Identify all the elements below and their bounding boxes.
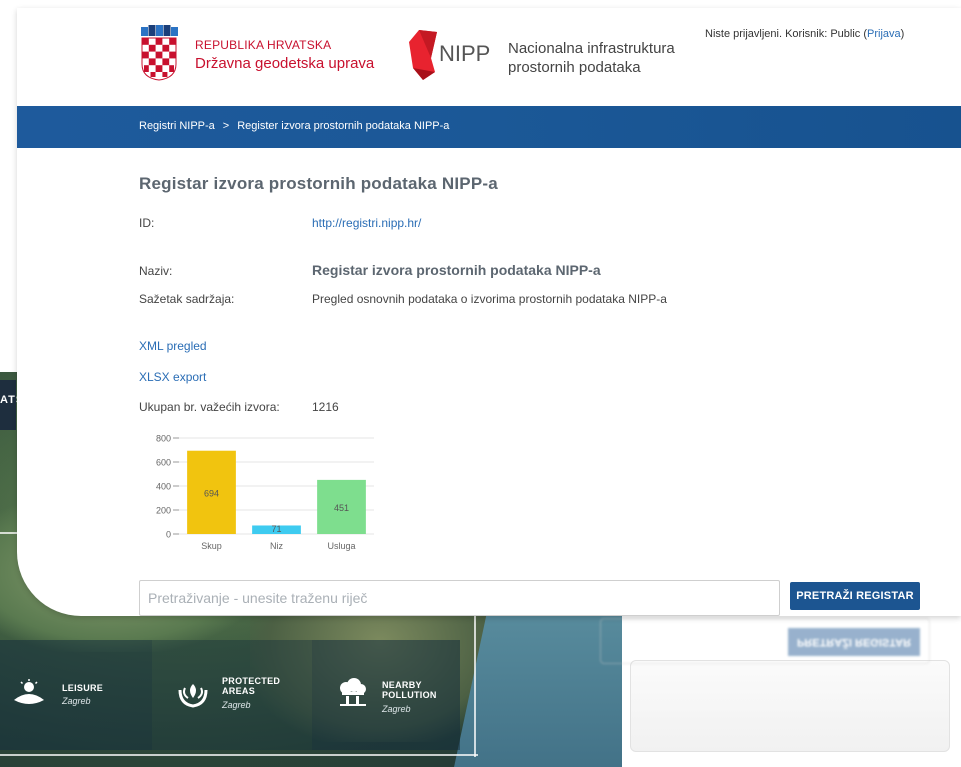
y-tick-label: 200: [156, 506, 171, 516]
frame-line: [0, 754, 478, 756]
tile-title: NEARBY POLLUTION: [382, 680, 437, 700]
tile-title: PROTECTED AREAS: [222, 676, 281, 696]
y-tick-label: 600: [156, 458, 171, 468]
mirrored-search-button: PRETRAŽI REGISTAR: [788, 628, 920, 656]
chart-yticks: 0 200 400 600 800: [156, 434, 179, 540]
tile-protected-areas[interactable]: PROTECTED AREAS Zagreb: [152, 640, 312, 750]
x-tick-label: Niz: [270, 541, 283, 551]
tile-subtitle: Zagreb: [382, 704, 411, 714]
background-band: ATS: [0, 380, 23, 430]
login-link[interactable]: Prijava: [867, 28, 901, 40]
org-name-top: REPUBLIKA HRVATSKA: [195, 38, 332, 52]
id-label: ID:: [139, 216, 155, 230]
nipp-line2: prostornih podataka: [508, 59, 641, 76]
breadcrumb-bar: Registri NIPP-a > Register izvora prostorn…: [17, 106, 961, 148]
header: REPUBLIKA HRVATSKA Državna geodetska upr…: [17, 8, 961, 106]
background-tiles: LEISURE Zagreb PROTECTED AREAS Zagreb NE…: [0, 640, 460, 750]
total-sources-label: Ukupan br. važećih izvora:: [139, 400, 280, 414]
main-card: REPUBLIKA HRVATSKA Državna geodetska upr…: [17, 8, 961, 616]
mirrored-search-reflection: PRETRAŽI REGISTAR: [600, 618, 950, 664]
breadcrumb-separator: >: [222, 120, 230, 132]
name-label: Naziv:: [139, 264, 173, 278]
leisure-icon: [14, 679, 44, 704]
tile-subtitle: Zagreb: [222, 700, 251, 710]
name-value: Registar izvora prostornih podataka NIPP…: [312, 262, 601, 278]
protected-areas-icon: [178, 684, 208, 708]
breadcrumb: Registri NIPP-a > Register izvora prostorn…: [139, 120, 449, 132]
login-close: ): [900, 28, 905, 40]
breadcrumb-registri-link[interactable]: Registri NIPP-a: [139, 120, 215, 132]
y-tick-label: 400: [156, 482, 171, 492]
croatian-coat-of-arms-icon: [141, 25, 178, 81]
nipp-logo: NIPP: [409, 30, 490, 80]
search-registry-button[interactable]: PRETRAŽI REGISTAR: [790, 582, 920, 610]
y-tick-label: 800: [156, 434, 171, 444]
breadcrumb-current[interactable]: Register izvora prostornih podataka NIPP…: [237, 120, 449, 132]
tile-nearby-pollution[interactable]: NEARBY POLLUTION Zagreb: [312, 640, 460, 750]
y-tick-label: 0: [166, 530, 171, 540]
background-panel: [630, 660, 950, 752]
login-text: Niste prijavljeni. Korisnik: Public (: [705, 28, 867, 40]
nipp-line1: Nacionalna infrastruktura: [508, 40, 675, 57]
tile-leisure[interactable]: LEISURE Zagreb: [0, 640, 152, 750]
bar-value-label: 694: [204, 488, 219, 498]
sources-bar-chart: 0 200 400 600 800 694 71 451 Skup Niz Usluga: [156, 434, 374, 551]
nipp-description: Nacionalna infrastruktura prostornih pod…: [508, 39, 708, 77]
bar-value-label: 451: [334, 503, 349, 513]
tile-title: LEISURE: [62, 683, 104, 693]
tile-subtitle: Zagreb: [62, 696, 91, 706]
x-tick-label: Usluga: [327, 541, 355, 551]
org-name-bottom: Državna geodetska uprava: [195, 55, 375, 72]
page-title: Registar izvora prostornih podataka NIPP…: [139, 174, 498, 193]
summary-value: Pregled osnovnih podataka o izvorima pro…: [312, 292, 667, 306]
login-status: Niste prijavljeni. Korisnik: Public (Pri…: [705, 28, 904, 40]
nipp-logo-text: NIPP: [439, 41, 490, 66]
x-tick-label: Skup: [201, 541, 222, 551]
search-input[interactable]: [139, 580, 780, 616]
xlsx-export-link[interactable]: XLSX export: [139, 370, 206, 384]
pollution-icon: [340, 678, 366, 706]
id-value-link[interactable]: http://registri.nipp.hr/: [312, 216, 421, 230]
chart-xticks: Skup Niz Usluga: [201, 541, 355, 551]
xml-view-link[interactable]: XML pregled: [139, 339, 207, 353]
total-sources-value: 1216: [312, 400, 339, 414]
summary-label: Sažetak sadržaja:: [139, 292, 235, 306]
bar-value-label: 71: [271, 524, 281, 534]
